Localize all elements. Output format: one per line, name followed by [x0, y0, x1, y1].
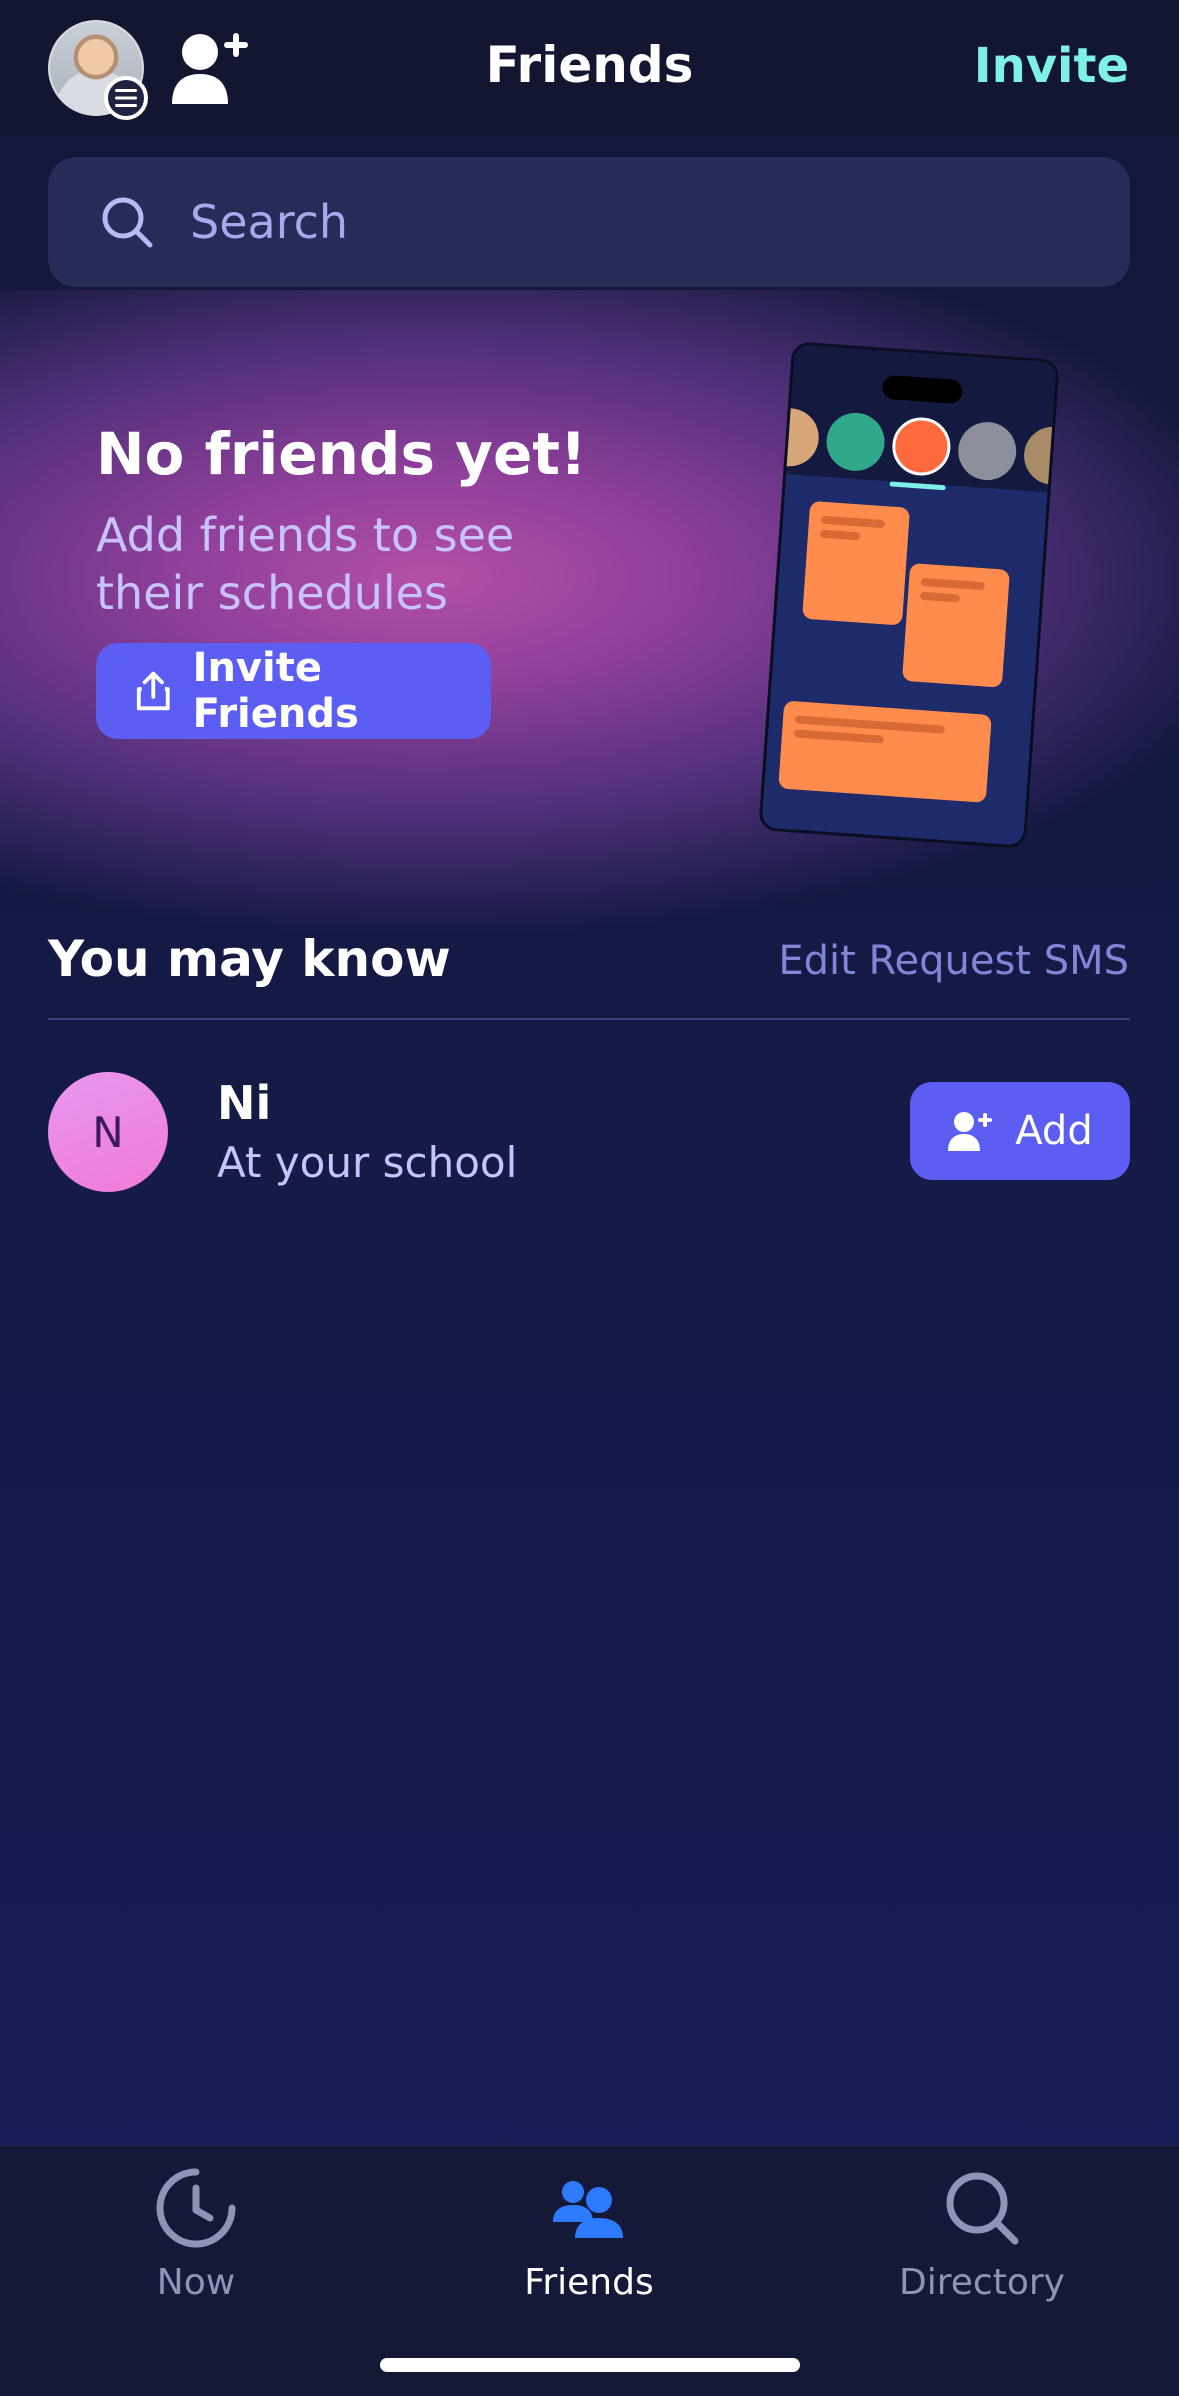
avatar: N	[48, 1072, 168, 1192]
invite-friends-button[interactable]: Invite Friends	[96, 643, 491, 739]
add-button-label: Add	[1015, 1108, 1093, 1154]
tab-label: Now	[156, 2262, 236, 2303]
contact-subtitle: At your school	[217, 1138, 518, 1187]
invite-link[interactable]: Invite	[974, 38, 1129, 94]
search-input[interactable]	[190, 195, 990, 249]
home-indicator	[380, 2358, 800, 2372]
tab-label: Friends	[524, 2262, 654, 2303]
tab-directory[interactable]: Directory	[862, 2166, 1102, 2303]
schedule-card	[802, 500, 911, 626]
tab-now[interactable]: Now	[76, 2166, 316, 2303]
tab-label: Directory	[899, 2262, 1065, 2303]
avatar-initial: N	[92, 1107, 124, 1157]
top-bar: Friends Invite	[0, 0, 1179, 135]
empty-state-title: No friends yet!	[96, 420, 587, 488]
divider	[48, 1018, 1130, 1020]
contact-name: Ni	[217, 1076, 272, 1130]
add-user-icon	[948, 1112, 993, 1151]
edit-request-sms-link[interactable]: Edit Request SMS	[778, 938, 1129, 984]
search-bar[interactable]	[48, 157, 1130, 287]
tab-friends[interactable]: Friends	[469, 2166, 709, 2303]
schedule-card	[778, 700, 992, 803]
search-icon	[102, 197, 153, 248]
empty-state-subtitle: Add friends to see their schedules	[96, 508, 515, 620]
search-icon	[862, 2166, 1102, 2250]
section-title: You may know	[48, 930, 451, 988]
add-friend-button[interactable]: Add	[910, 1082, 1130, 1180]
clock-icon	[76, 2166, 316, 2250]
friends-icon	[469, 2166, 709, 2250]
friends-screen: Friends Invite No friends yet! Add frien…	[0, 0, 1179, 2396]
invite-friends-label: Invite Friends	[192, 645, 359, 737]
phone-illustration	[758, 341, 1060, 849]
share-icon	[136, 671, 170, 711]
schedule-card	[902, 563, 1010, 688]
